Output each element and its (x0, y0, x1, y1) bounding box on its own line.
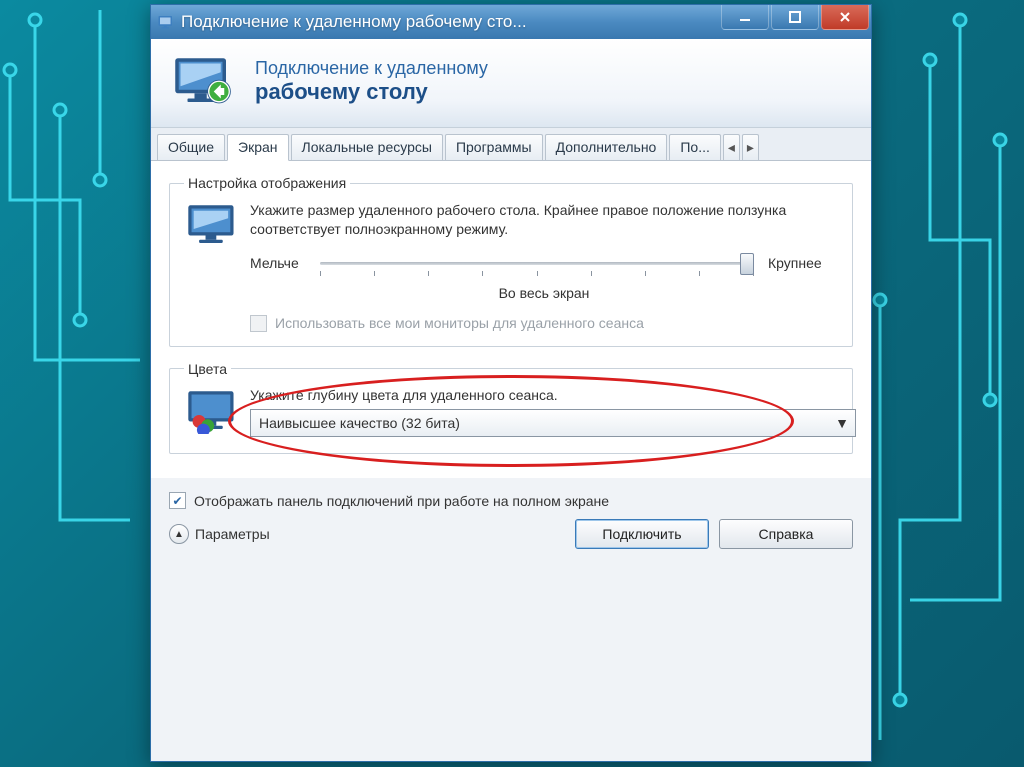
tab-screen[interactable]: Экран (227, 134, 289, 161)
display-settings-group: Настройка отображения Укажите размер уда… (169, 175, 853, 347)
colors-description: Укажите глубину цвета для удаленного сеа… (250, 387, 838, 403)
titlebar[interactable]: Подключение к удаленному рабочему сто... (151, 5, 871, 39)
display-legend: Настройка отображения (184, 175, 350, 191)
app-icon (157, 13, 175, 31)
resolution-slider[interactable] (320, 253, 754, 273)
button-bar: ▲ Параметры Подключить Справка (151, 509, 871, 563)
resolution-slider-row: Мельче Крупнее (250, 253, 838, 273)
tab-content: Настройка отображения Укажите размер уда… (151, 161, 871, 478)
tab-scroll-left[interactable]: ◂ (723, 134, 740, 160)
header-line2: рабочему столу (255, 79, 488, 105)
color-monitor-icon (184, 387, 240, 434)
connection-bar-label: Отображать панель подключений при работе… (194, 493, 609, 509)
connection-bar-checkbox[interactable]: ✔ (169, 492, 186, 509)
close-button[interactable] (821, 5, 869, 30)
color-depth-combo[interactable]: Наивысшее качество (32 бита) ▼ (250, 409, 856, 437)
rdp-monitor-icon (169, 53, 241, 109)
window-title: Подключение к удаленному рабочему сто... (181, 12, 721, 32)
tab-scroll-right[interactable]: ▸ (742, 134, 759, 160)
slider-min-label: Мельче (250, 255, 320, 271)
help-button[interactable]: Справка (719, 519, 853, 549)
slider-thumb[interactable] (740, 253, 754, 275)
window-controls (721, 5, 871, 39)
chevron-down-icon: ▼ (835, 415, 849, 431)
rdp-window: Подключение к удаленному рабочему сто... (150, 4, 872, 762)
tab-programs[interactable]: Программы (445, 134, 543, 160)
header-panel: Подключение к удаленному рабочему столу (151, 39, 871, 128)
colors-group: Цвета Укажите г (169, 361, 853, 454)
slider-caption: Во весь экран (250, 285, 838, 301)
options-toggle[interactable]: ▲ Параметры (169, 524, 270, 544)
color-depth-value: Наивысшее качество (32 бита) (259, 415, 460, 431)
header-line1: Подключение к удаленному (255, 58, 488, 79)
header-text: Подключение к удаленному рабочему столу (255, 58, 488, 105)
footer-check-row: ✔ Отображать панель подключений при рабо… (151, 492, 871, 509)
tabstrip: Общие Экран Локальные ресурсы Программы … (151, 128, 871, 161)
maximize-button[interactable] (771, 5, 819, 30)
minimize-button[interactable] (721, 5, 769, 30)
colors-legend: Цвета (184, 361, 231, 377)
desktop-background: Подключение к удаленному рабочему сто... (0, 0, 1024, 767)
tab-local-resources[interactable]: Локальные ресурсы (291, 134, 443, 160)
all-monitors-checkbox (250, 315, 267, 332)
tab-general[interactable]: Общие (157, 134, 225, 160)
all-monitors-row: Использовать все мои мониторы для удален… (250, 315, 838, 332)
options-label: Параметры (195, 526, 270, 542)
all-monitors-label: Использовать все мои мониторы для удален… (275, 315, 644, 331)
display-description: Укажите размер удаленного рабочего стола… (250, 201, 838, 239)
tab-overflow[interactable]: По... (669, 134, 721, 160)
collapse-icon: ▲ (169, 524, 189, 544)
connect-button[interactable]: Подключить (575, 519, 709, 549)
tab-advanced[interactable]: Дополнительно (545, 134, 668, 160)
slider-max-label: Крупнее (768, 255, 838, 271)
monitor-icon (184, 201, 240, 248)
